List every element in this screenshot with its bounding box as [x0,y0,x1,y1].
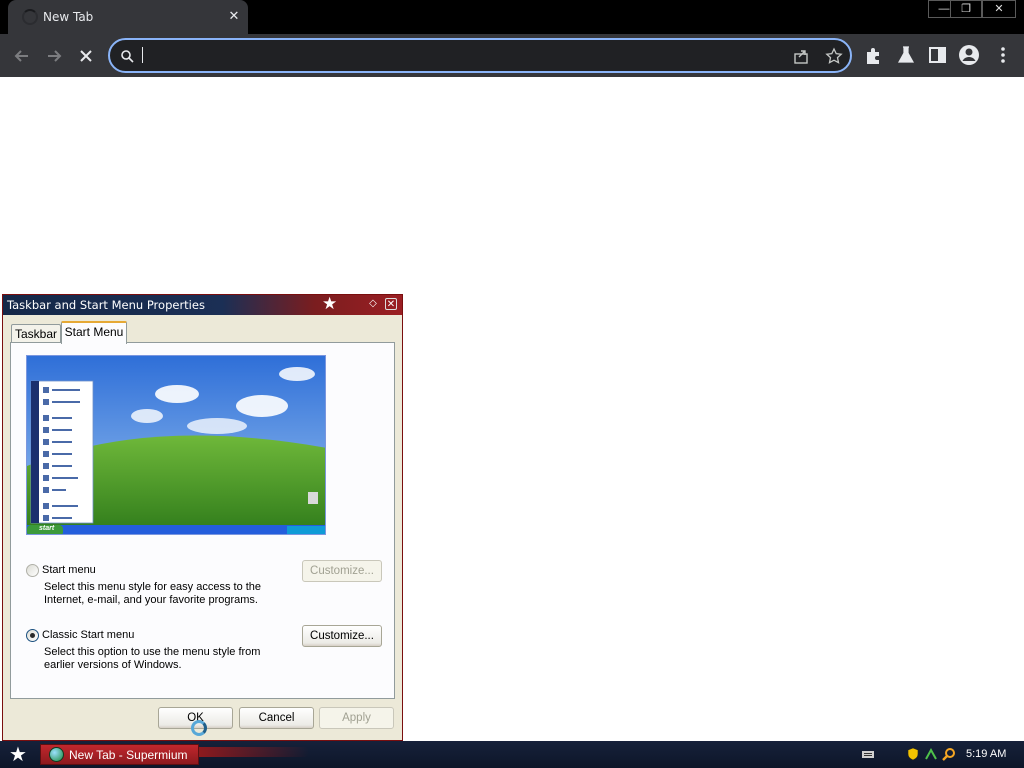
tab-start-menu[interactable]: Start Menu [61,321,127,344]
window-close-button[interactable]: ✕ [982,0,1016,18]
forward-arrow-icon [48,50,62,62]
taskbar: ★ New Tab - Supermium 5:19 AM [0,741,1024,768]
window-restore-button[interactable]: ❐ [950,0,982,18]
loading-spinner-icon [22,9,38,25]
preview-desktop-image [27,356,325,534]
profile-avatar-icon[interactable] [958,44,980,66]
side-panel-icon[interactable] [927,44,949,66]
back-button[interactable] [8,42,36,70]
tab-close-icon[interactable]: ✕ [226,8,242,24]
stop-button[interactable] [72,42,100,70]
start-menu-tab-panel: start Start menu Select this menu style … [10,342,395,699]
tab-title: New Tab [43,10,94,24]
search-magnifier-icon[interactable] [942,747,956,761]
start-star-button[interactable]: ★ [3,743,33,767]
busy-cursor-icon [191,720,207,736]
browser-tab[interactable]: New Tab ✕ [8,0,248,34]
back-arrow-icon [14,50,28,62]
share-icon[interactable] [793,48,810,65]
forward-button[interactable] [40,42,68,70]
start-menu-radio[interactable] [26,564,39,577]
extensions-puzzle-icon[interactable] [863,44,885,66]
keyboard-icon[interactable] [861,747,875,761]
classic-start-menu-option-label[interactable]: Classic Start menu [42,629,134,641]
more-menu-icon[interactable] [992,44,1014,66]
browser-toolbar [0,34,1024,77]
taskbar-swoosh-decoration [199,747,309,757]
star-logo-icon: ★ [322,294,338,313]
start-menu-option-label[interactable]: Start menu [42,564,96,576]
start-menu-preview: start [26,355,326,535]
bookmark-star-icon[interactable] [825,47,843,65]
classic-start-menu-option-description: Select this option to use the menu style… [44,646,261,671]
text-caret [142,47,143,63]
dialog-titlebar[interactable]: Taskbar and Start Menu Properties ★ ◇ ✕ [3,295,402,315]
preview-start-label: start [39,525,55,532]
security-shield-icon[interactable] [906,747,920,761]
supermium-globe-icon [49,747,64,762]
search-icon [121,50,134,63]
cancel-button[interactable]: Cancel [239,707,314,729]
stop-x-icon [80,50,92,62]
classic-start-menu-radio[interactable] [26,629,39,642]
taskbar-properties-dialog: Taskbar and Start Menu Properties ★ ◇ ✕ … [2,294,403,741]
customize-start-menu-button[interactable]: Customize... [302,560,382,582]
help-pin-icon[interactable]: ◇ [367,298,379,310]
labs-flask-icon[interactable] [895,44,917,66]
browser-titlebar: New Tab ✕ — ❐ ✕ [0,0,1024,34]
radio-selected-dot [30,633,35,638]
taskbar-item-supermium[interactable]: New Tab - Supermium [40,744,199,765]
system-clock[interactable]: 5:19 AM [966,748,1006,760]
network-icon[interactable] [924,747,938,761]
customize-classic-start-menu-button[interactable]: Customize... [302,625,382,647]
address-bar[interactable] [108,38,852,73]
dialog-title: Taskbar and Start Menu Properties [7,298,205,312]
taskbar-item-label: New Tab - Supermium [69,748,188,762]
apply-button[interactable]: Apply [319,707,394,729]
dialog-close-icon[interactable]: ✕ [385,298,397,310]
start-menu-option-description: Select this menu style for easy access t… [44,581,262,606]
